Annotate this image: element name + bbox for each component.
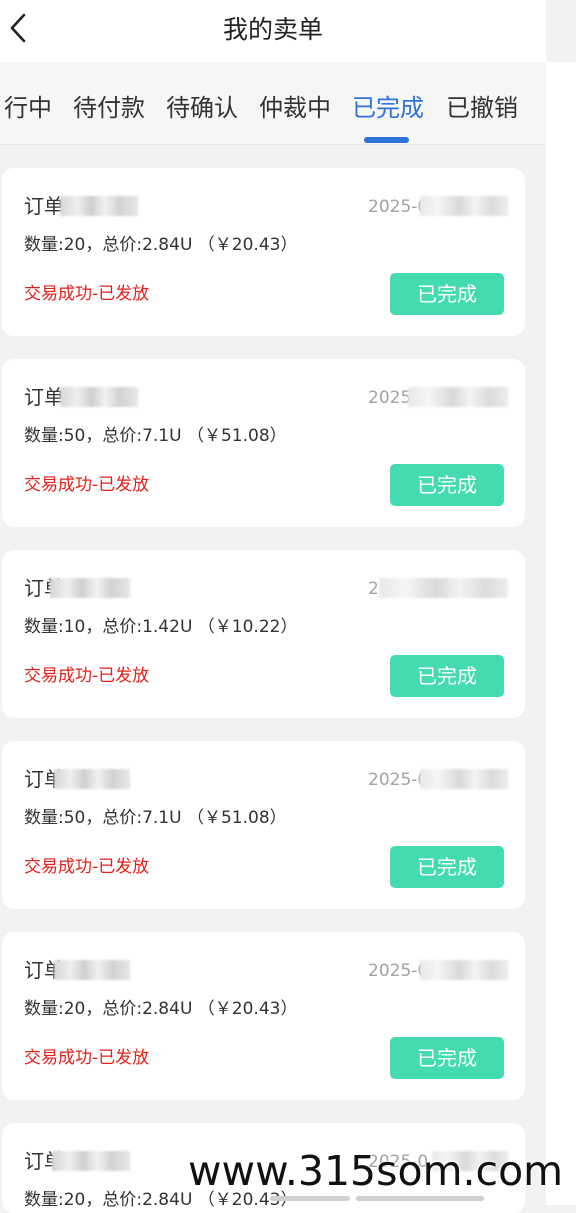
completed-button[interactable]: 已完成 bbox=[390, 846, 504, 888]
order-time-redacted bbox=[420, 196, 508, 216]
order-detail: 数量:20，总价:2.84U （￥20.43） bbox=[24, 235, 298, 255]
order-time-redacted bbox=[408, 387, 508, 407]
completed-button[interactable]: 已完成 bbox=[390, 1037, 504, 1079]
order-card[interactable]: 订单 2025-05 数量:50，总价:7.1U （￥51.08） 交易成功-已… bbox=[2, 741, 525, 909]
order-detail: 数量:10，总价:1.42U （￥10.22） bbox=[24, 617, 298, 637]
active-tab-indicator bbox=[364, 137, 409, 143]
page-title: 我的卖单 bbox=[222, 15, 323, 44]
tab-arbitration[interactable]: 仲裁中 bbox=[259, 90, 331, 126]
order-id-redacted bbox=[54, 769, 130, 789]
order-status: 交易成功-已发放 bbox=[24, 666, 150, 686]
order-time-redacted bbox=[420, 769, 508, 789]
order-card[interactable]: 订单 2025-05 数量:20，总价:2.84U （￥20.43） 交易成功-… bbox=[2, 168, 525, 336]
order-time-redacted bbox=[379, 578, 508, 598]
right-edge bbox=[546, 62, 576, 1205]
order-card[interactable]: 订单 2 数量:10，总价:1.42U （￥10.22） 交易成功-已发放 已完… bbox=[2, 550, 525, 718]
order-id-label: 订单 bbox=[24, 194, 64, 218]
order-card[interactable]: 订单 2025 数量:50，总价:7.1U （￥51.08） 交易成功-已发放 … bbox=[2, 359, 525, 527]
tab-cancelled[interactable]: 已撤销 bbox=[446, 90, 518, 126]
completed-button[interactable]: 已完成 bbox=[390, 655, 504, 697]
order-id-redacted bbox=[60, 387, 138, 407]
order-time: 2 bbox=[368, 579, 379, 599]
tab-pending-confirm[interactable]: 待确认 bbox=[166, 90, 238, 126]
order-card[interactable]: 订单 2025-05 数量:20，总价:2.84U （￥20.43） 交易成功-… bbox=[2, 932, 525, 1100]
order-id-redacted bbox=[60, 196, 138, 216]
order-status: 交易成功-已发放 bbox=[24, 1048, 150, 1068]
order-time-redacted bbox=[420, 960, 508, 980]
completed-button[interactable]: 已完成 bbox=[390, 464, 504, 506]
top-bar: 我的卖单 bbox=[0, 0, 546, 62]
order-id-redacted bbox=[54, 960, 130, 980]
completed-button[interactable]: 已完成 bbox=[390, 273, 504, 315]
tab-in-progress[interactable]: 行中 bbox=[4, 90, 52, 126]
tab-pending-payment[interactable]: 待付款 bbox=[73, 90, 145, 126]
order-detail: 数量:20，总价:2.84U （￥20.43） bbox=[24, 999, 298, 1019]
tab-completed[interactable]: 已完成 bbox=[352, 90, 424, 126]
order-detail: 数量:50，总价:7.1U （￥51.08） bbox=[24, 808, 287, 828]
home-indicator-right bbox=[356, 1196, 484, 1201]
watermark-text: www.315som.com bbox=[188, 1147, 564, 1195]
order-id-redacted bbox=[50, 578, 130, 598]
order-detail: 数量:50，总价:7.1U （￥51.08） bbox=[24, 426, 287, 446]
order-time: 2025 bbox=[368, 388, 412, 408]
order-id-redacted bbox=[52, 1151, 130, 1171]
order-status: 交易成功-已发放 bbox=[24, 284, 150, 304]
status-tabs: 行中 待付款 待确认 仲裁中 已完成 已撤销 bbox=[0, 62, 546, 145]
order-id-label: 订单 bbox=[24, 385, 64, 409]
home-indicator-left bbox=[270, 1196, 350, 1201]
order-status: 交易成功-已发放 bbox=[24, 857, 150, 877]
order-status: 交易成功-已发放 bbox=[24, 475, 150, 495]
